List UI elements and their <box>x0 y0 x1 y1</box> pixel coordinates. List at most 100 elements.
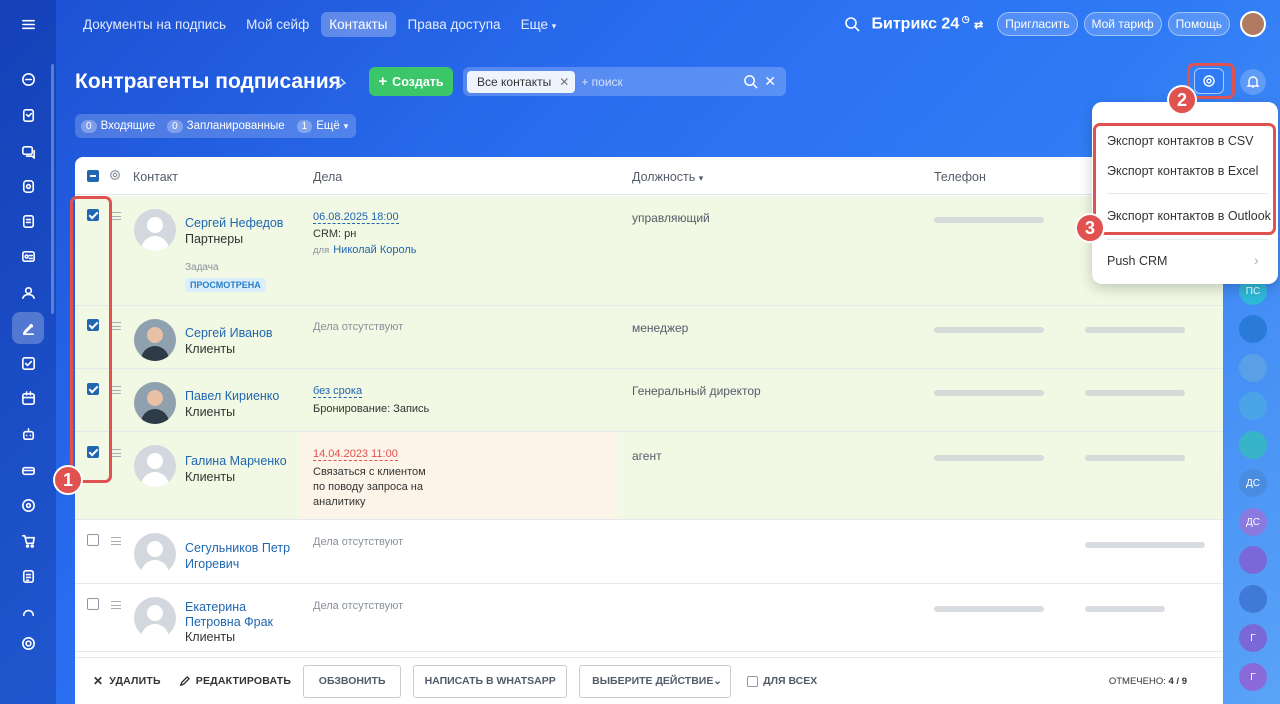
row-checkbox[interactable] <box>87 209 99 221</box>
menu-item-export-csv[interactable]: Экспорт контактов в CSV <box>1107 134 1254 148</box>
row-checkbox[interactable] <box>87 383 99 395</box>
chat-avatar[interactable]: ДС <box>1239 469 1267 497</box>
table-row[interactable]: Павел Кириенко Клиенты без срока Брониро… <box>75 369 1223 432</box>
search-input[interactable]: + поиск <box>581 75 743 89</box>
invite-button[interactable]: Пригласить <box>997 12 1078 36</box>
table-row[interactable]: Сергей Иванов Клиенты Дела отсутствуют м… <box>75 306 1223 369</box>
create-button[interactable]: + Создать <box>369 67 453 96</box>
counter-incoming[interactable]: 0 Входящие <box>81 119 155 133</box>
plus-icon: + <box>378 73 388 90</box>
calendar-icon[interactable] <box>12 382 44 414</box>
row-checkbox[interactable] <box>87 446 99 458</box>
target-icon[interactable] <box>12 489 44 521</box>
drag-handle-icon[interactable] <box>111 601 121 609</box>
search-icon[interactable] <box>844 16 860 32</box>
choose-action-select[interactable]: ВЫБЕРИТЕ ДЕЙСТВИЕ ⌄ <box>579 664 732 698</box>
column-contact[interactable]: Контакт <box>133 170 178 184</box>
whatsapp-button[interactable]: НАПИСАТЬ В WHATSAPP <box>413 664 568 698</box>
for-all-checkbox[interactable]: ДЛЯ ВСЕХ <box>747 675 817 687</box>
settings-icon[interactable] <box>12 627 44 659</box>
pin-icon[interactable] <box>333 77 347 91</box>
table-row[interactable]: Сергей Нефедов Партнеры Задача ПРОСМОТРЕ… <box>75 196 1223 306</box>
tasks-icon[interactable] <box>12 99 44 131</box>
storage-icon[interactable] <box>12 454 44 486</box>
deal-date[interactable]: 06.08.2025 18:00 <box>313 211 399 224</box>
contact-type: Клиенты <box>185 470 236 484</box>
close-icon[interactable]: ✕ <box>559 75 569 89</box>
contact-name-line2[interactable]: Петровна Фрак <box>185 615 273 630</box>
contact-name[interactable]: Павел Кириенко <box>185 389 279 404</box>
deal-date[interactable]: без срока <box>313 385 363 398</box>
deal-responsible-name[interactable]: Николай Король <box>333 244 416 256</box>
edit-button[interactable]: РЕДАКТИРОВАТЬ <box>179 675 291 687</box>
drag-handle-icon[interactable] <box>111 386 121 394</box>
row-checkbox[interactable] <box>87 598 99 610</box>
menu-item-push-crm[interactable]: Push CRM <box>1107 254 1167 268</box>
clear-icon[interactable]: ✕ <box>764 73 776 90</box>
contacts-card-icon[interactable] <box>12 240 44 272</box>
drag-handle-icon[interactable] <box>111 537 121 545</box>
call-button[interactable]: ОБЗВОНИТЬ <box>303 664 402 698</box>
drag-handle-icon[interactable] <box>111 449 121 457</box>
column-phone[interactable]: Телефон <box>934 170 986 184</box>
table-row[interactable]: Сегульников Петр Игоревич Дела отсутству… <box>75 520 1223 584</box>
delete-button[interactable]: ✕ УДАЛИТЬ <box>93 674 161 688</box>
menu-item-export-outlook[interactable]: Экспорт контактов в Outlook <box>1107 209 1271 223</box>
chat-avatar[interactable] <box>1239 392 1267 420</box>
nav-contacts[interactable]: Контакты <box>321 11 396 37</box>
sign-icon[interactable] <box>12 312 44 344</box>
chat-avatar[interactable]: Г <box>1239 663 1267 691</box>
nav-my-safe[interactable]: Мой сейф <box>238 12 317 37</box>
contact-name-line2[interactable]: Игоревич <box>185 557 239 572</box>
my-plan-button[interactable]: Мой тариф <box>1083 12 1162 36</box>
chat-avatar[interactable] <box>1239 354 1267 382</box>
document-icon[interactable] <box>12 205 44 237</box>
drag-handle-icon[interactable] <box>111 322 121 330</box>
activity-icon[interactable] <box>12 63 44 95</box>
chat-avatar[interactable]: Г <box>1239 624 1267 652</box>
gear-icon[interactable] <box>109 169 121 181</box>
chat-icon[interactable] <box>12 135 44 167</box>
row-checkbox[interactable] <box>87 319 99 331</box>
contact-name[interactable]: Сергей Нефедов <box>185 216 283 231</box>
deal-date[interactable]: 14.04.2023 11:00 <box>313 448 398 461</box>
drag-handle-icon[interactable] <box>111 212 121 220</box>
robot-icon[interactable] <box>12 418 44 450</box>
group-avatar[interactable] <box>1239 546 1267 574</box>
help-button[interactable]: Помощь <box>1167 12 1230 36</box>
nav-documents[interactable]: Документы на подпись <box>75 12 234 37</box>
table-row[interactable]: Галина Марченко Клиенты 14.04.2023 11:00… <box>75 432 1223 520</box>
network-icon[interactable] <box>12 596 44 628</box>
nav-access-rights[interactable]: Права доступа <box>400 12 509 37</box>
chat-avatar[interactable] <box>1239 431 1267 459</box>
chat-avatar[interactable]: ДС <box>1239 508 1267 536</box>
users-icon[interactable] <box>12 276 44 308</box>
table-row[interactable]: Екатерина Петровна Фрак Клиенты Дела отс… <box>75 584 1223 652</box>
contact-name-line1[interactable]: Сегульников Петр <box>185 541 290 556</box>
cart-icon[interactable] <box>12 524 44 556</box>
counter-planned[interactable]: 0 Запланированные <box>167 119 285 133</box>
contact-name-line1[interactable]: Екатерина <box>185 600 246 615</box>
filter-chip[interactable]: Все контакты ✕ <box>467 70 576 93</box>
contact-name[interactable]: Галина Марченко <box>185 454 287 469</box>
position-value: менеджер <box>632 321 689 335</box>
search-icon[interactable] <box>743 74 758 89</box>
bitrix-logo[interactable]: Битрикс 24 ◷ ⇄ <box>872 14 984 33</box>
nav-more[interactable]: Еще ▾ <box>513 12 565 37</box>
file-icon[interactable] <box>12 560 44 592</box>
contact-name[interactable]: Сергей Иванов <box>185 326 273 341</box>
column-position[interactable]: Должность ▾ <box>632 170 703 184</box>
menu-item-export-excel[interactable]: Экспорт контактов в Excel <box>1107 164 1258 178</box>
counter-more[interactable]: 1 Ещё ▾ <box>296 119 348 133</box>
select-all-checkbox[interactable] <box>87 170 99 182</box>
checklist-icon[interactable] <box>12 347 44 379</box>
settings-gear-button[interactable] <box>1194 68 1224 94</box>
bot-avatar[interactable] <box>1239 315 1267 343</box>
group-avatar[interactable] <box>1239 585 1267 613</box>
filter-search-box[interactable]: Все контакты ✕ + поиск ✕ <box>463 67 786 96</box>
crm-icon[interactable] <box>12 170 44 202</box>
column-deals[interactable]: Дела <box>313 170 342 184</box>
menu-icon[interactable] <box>12 8 44 40</box>
row-checkbox[interactable] <box>87 534 99 546</box>
sidebar-scrollbar[interactable] <box>51 64 54 314</box>
